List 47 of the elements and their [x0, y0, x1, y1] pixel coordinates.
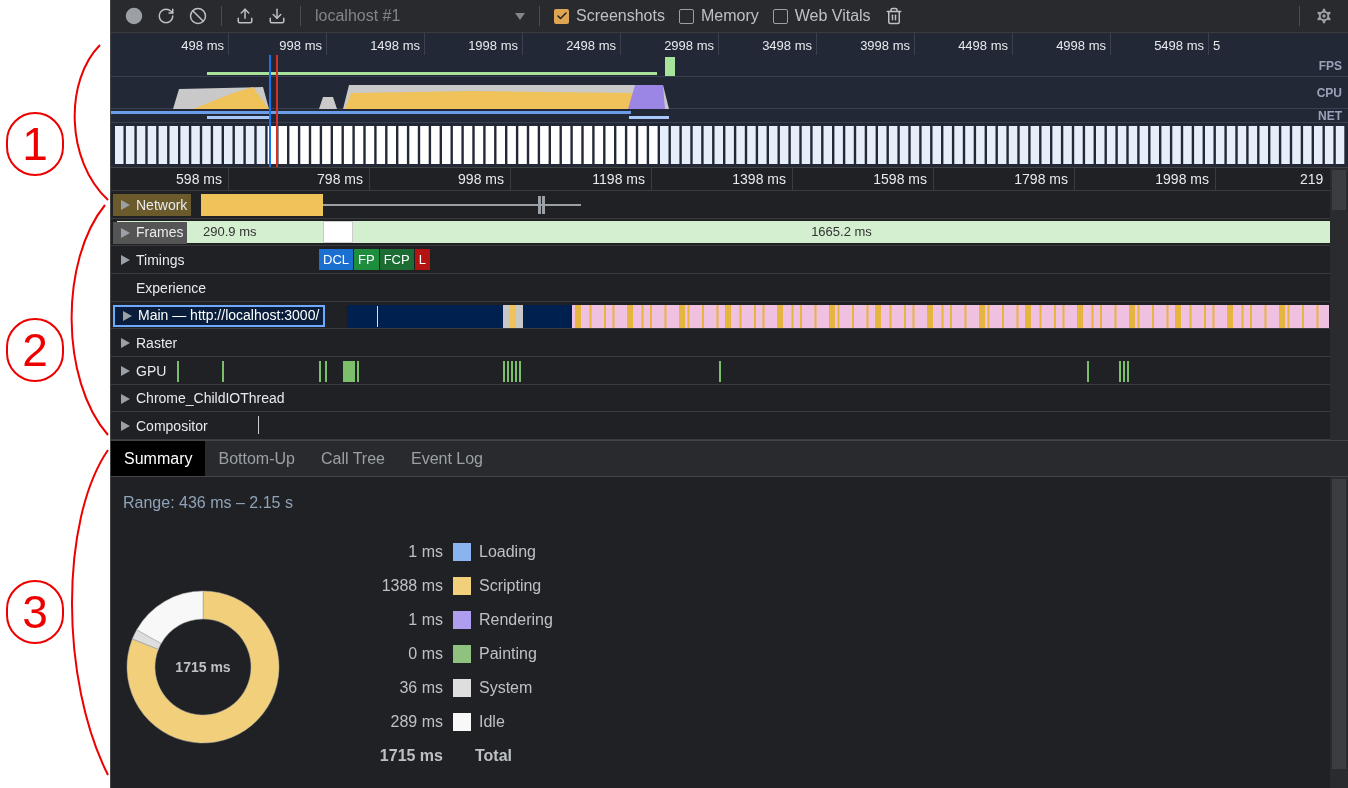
time-tick: 798 ms — [317, 169, 363, 189]
total-label: Total — [474, 746, 514, 766]
legend-label: Scripting — [479, 576, 542, 596]
checkbox-label: Memory — [700, 6, 759, 26]
time-tick: 2998 ms — [664, 36, 714, 55]
time-tick: 998 ms — [279, 36, 322, 55]
time-tick: 498 ms — [181, 36, 224, 55]
legend-value: 0 ms — [407, 644, 443, 664]
annotation-number: 2 — [6, 318, 64, 382]
legend-value: 1 ms — [407, 542, 443, 562]
time-tick: 598 ms — [176, 169, 222, 189]
range-text: Range: 436 ms – 2.15 s — [123, 493, 294, 513]
time-tick: 3498 ms — [762, 36, 812, 55]
legend-label: Rendering — [479, 610, 553, 630]
legend-value: 1 ms — [407, 610, 443, 630]
legend-label: Idle — [479, 712, 505, 732]
time-tick: 3998 ms — [860, 36, 910, 55]
lane-label: FPS — [1318, 57, 1342, 75]
annotation-number: 3 — [6, 580, 64, 644]
legend-value: 1388 ms — [380, 576, 443, 596]
legend-label: Painting — [479, 644, 537, 664]
time-tick: 998 ms — [458, 169, 504, 189]
checkbox-label: Web Vitals — [794, 6, 871, 26]
checkbox-label: Screenshots — [576, 6, 665, 26]
time-tick: 2498 ms — [566, 36, 616, 55]
time-tick: 5 — [1213, 36, 1221, 55]
time-tick: 1198 ms — [592, 169, 645, 189]
time-tick: 219 — [1300, 169, 1324, 189]
frame-bar: 1665.2 ms — [353, 220, 1330, 243]
annotation-number: 1 — [6, 112, 64, 176]
time-tick: 1398 ms — [732, 169, 786, 189]
time-tick: 1498 ms — [370, 36, 420, 55]
lane-label: CPU — [1316, 84, 1342, 102]
time-tick: 4498 ms — [958, 36, 1008, 55]
legend-value: 36 ms — [398, 678, 443, 698]
time-tick: 4998 ms — [1056, 36, 1106, 55]
total-value: 1715 ms — [378, 746, 443, 766]
legend-label: Loading — [479, 542, 536, 562]
time-tick: 1998 ms — [468, 36, 518, 55]
time-tick: 1998 ms — [1155, 169, 1209, 189]
time-tick: 1598 ms — [873, 169, 927, 189]
time-tick: 5498 ms — [1154, 36, 1204, 55]
legend-label: System — [479, 678, 533, 698]
time-tick: 1798 ms — [1014, 169, 1068, 189]
donut-total: 1715 ms — [175, 657, 231, 677]
lane-label: NET — [1318, 107, 1342, 125]
legend-value: 289 ms — [389, 712, 443, 732]
